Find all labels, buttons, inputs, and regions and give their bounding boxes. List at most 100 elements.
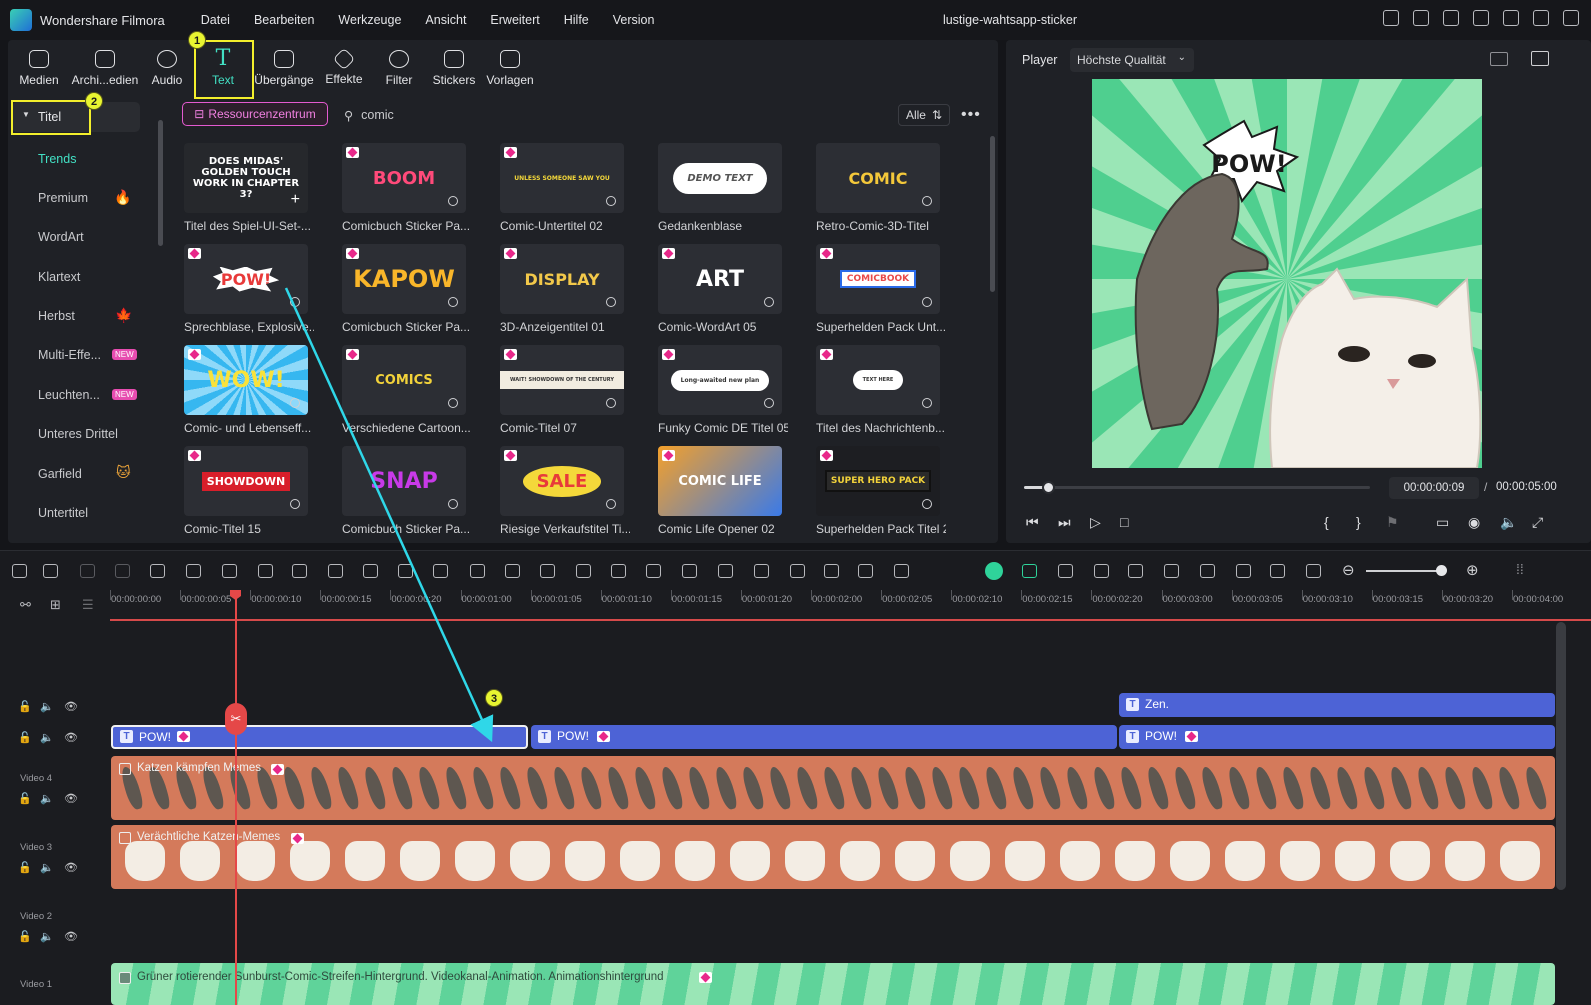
display-icon[interactable]: ▭ bbox=[1436, 514, 1449, 531]
asset-thumbnail[interactable]: COMIC LIFE bbox=[658, 446, 782, 516]
split-screen-icon[interactable] bbox=[754, 564, 769, 578]
volume-icon[interactable]: 🔈 bbox=[1500, 514, 1517, 531]
tab-stickers[interactable]: Stickers bbox=[426, 40, 482, 96]
snap-icon[interactable] bbox=[1022, 564, 1037, 578]
asset-thumbnail[interactable]: SNAP bbox=[342, 446, 466, 516]
translate-icon[interactable] bbox=[894, 564, 909, 578]
asset-grid-scrollbar[interactable] bbox=[990, 136, 995, 292]
fit-timeline-icon[interactable] bbox=[1306, 564, 1321, 578]
track-lock-icon[interactable]: 🔓 bbox=[18, 792, 32, 805]
track-mute-icon[interactable]: 🔈 bbox=[40, 792, 54, 805]
fullscreen-icon[interactable]: ⤢ bbox=[1532, 514, 1543, 531]
track-manager-icon[interactable]: ☰ bbox=[82, 597, 94, 613]
filter-dropdown[interactable]: Alle ⇅ bbox=[898, 104, 950, 126]
menu-datei[interactable]: Datei bbox=[201, 13, 230, 27]
track-mute-icon[interactable]: 🔈 bbox=[40, 700, 54, 713]
track-visibility-icon[interactable]: 👁 bbox=[64, 930, 78, 943]
download-icon[interactable] bbox=[606, 196, 616, 206]
video-clip-sunburst-background[interactable]: Grüner rotierender Sunburst-Comic-Streif… bbox=[111, 963, 1555, 1005]
split-scissors-icon[interactable]: ✂ bbox=[225, 703, 247, 735]
download-icon[interactable] bbox=[764, 398, 774, 408]
smart-cutout-icon[interactable] bbox=[790, 564, 805, 578]
category-scrollbar[interactable] bbox=[158, 120, 163, 246]
mark-out-icon[interactable]: } bbox=[1356, 514, 1361, 530]
snap-link-icon[interactable]: ⚯ bbox=[20, 597, 31, 613]
asset-thumbnail[interactable]: DISPLAY bbox=[500, 244, 624, 314]
download-icon[interactable] bbox=[448, 499, 458, 509]
category-premium[interactable]: Premium bbox=[38, 191, 88, 205]
video-clip-katzen-kaempfen[interactable]: Katzen kämpfen Memes bbox=[111, 756, 1555, 820]
category-garfield[interactable]: Garfield bbox=[38, 467, 82, 481]
download-icon[interactable] bbox=[448, 196, 458, 206]
auto-reframe-icon[interactable] bbox=[1094, 564, 1109, 578]
stabilize-icon[interactable] bbox=[576, 564, 591, 578]
asset-thumbnail[interactable]: DEMO TEXT bbox=[658, 143, 782, 213]
grid-view-icon[interactable] bbox=[1490, 52, 1508, 66]
marker-tool-icon[interactable] bbox=[1128, 564, 1143, 578]
zoom-slider[interactable] bbox=[1366, 570, 1440, 572]
asset-thumbnail[interactable]: COMICBOOK bbox=[816, 244, 940, 314]
screen-record-icon[interactable] bbox=[1270, 564, 1285, 578]
track-mute-icon[interactable]: 🔈 bbox=[40, 731, 54, 744]
mark-in-icon[interactable]: { bbox=[1324, 514, 1329, 530]
asset-thumbnail[interactable]: TEXT HERE bbox=[816, 345, 940, 415]
asset-thumbnail[interactable]: POW! bbox=[184, 244, 308, 314]
tab-filter[interactable]: Filter bbox=[372, 40, 426, 96]
redo-icon[interactable] bbox=[115, 564, 130, 578]
timeline-playhead[interactable] bbox=[235, 592, 237, 1005]
asset-thumbnail[interactable]: WOW! bbox=[184, 345, 308, 415]
green-screen-icon[interactable] bbox=[682, 564, 697, 578]
download-icon[interactable] bbox=[290, 398, 300, 408]
menu-ansicht[interactable]: Ansicht bbox=[425, 13, 466, 27]
search-input[interactable]: ⚲ comic bbox=[344, 104, 884, 126]
motion-track-icon[interactable] bbox=[646, 564, 661, 578]
layout-options-icon[interactable]: ⁞⁞ bbox=[1516, 561, 1524, 577]
track-visibility-icon[interactable]: 👁 bbox=[64, 861, 78, 874]
tab-audio[interactable]: Audio bbox=[140, 40, 194, 96]
menu-version[interactable]: Version bbox=[613, 13, 655, 27]
playback-progress-bar[interactable] bbox=[1024, 481, 1370, 494]
menu-bearbeiten[interactable]: Bearbeiten bbox=[254, 13, 314, 27]
download-icon[interactable] bbox=[606, 398, 616, 408]
download-icon[interactable] bbox=[290, 297, 300, 307]
ai-portrait-icon[interactable] bbox=[611, 564, 626, 578]
quality-dropdown[interactable]: Höchste Qualität ⌄ bbox=[1070, 48, 1194, 72]
tab-uebergaenge[interactable]: Übergänge bbox=[252, 40, 316, 96]
text-clip-pow[interactable]: T POW! bbox=[1119, 725, 1555, 749]
next-frame-icon[interactable]: ⏭ bbox=[1058, 514, 1071, 531]
preview-canvas[interactable]: POW! bbox=[1092, 79, 1482, 468]
camera-snapshot-icon[interactable]: ◉ bbox=[1468, 514, 1480, 531]
marker-icon[interactable]: ⚑ bbox=[1386, 514, 1399, 531]
ai-copy-icon[interactable] bbox=[824, 564, 839, 578]
asset-thumbnail[interactable]: SALE bbox=[500, 446, 624, 516]
track-mute-icon[interactable]: 🔈 bbox=[40, 861, 54, 874]
asset-thumbnail[interactable]: DOES MIDAS' GOLDEN TOUCH WORK IN CHAPTER… bbox=[184, 143, 308, 213]
auto-beat-icon[interactable] bbox=[718, 564, 733, 578]
color-icon[interactable] bbox=[328, 564, 343, 578]
ai-text-icon[interactable] bbox=[858, 564, 873, 578]
track-lock-icon[interactable]: 🔓 bbox=[18, 930, 32, 943]
category-trends[interactable]: Trends bbox=[38, 152, 76, 166]
mic-icon[interactable] bbox=[1200, 564, 1215, 578]
keyframe-icon[interactable] bbox=[470, 564, 485, 578]
category-klartext[interactable]: Klartext bbox=[38, 270, 80, 284]
category-wordart[interactable]: WordArt bbox=[38, 230, 84, 244]
zoom-out-icon[interactable]: ⊖ bbox=[1342, 561, 1355, 579]
delete-icon[interactable] bbox=[150, 564, 165, 578]
select-tool-icon[interactable] bbox=[43, 564, 58, 578]
ai-assistant-icon[interactable] bbox=[985, 562, 1003, 580]
category-unteres-drittel[interactable]: Unteres Drittel bbox=[38, 427, 118, 441]
multi-layout-icon[interactable] bbox=[12, 564, 27, 578]
asset-thumbnail[interactable]: UNLESS SOMEONE SAW YOU bbox=[500, 143, 624, 213]
timeline-vertical-scrollbar[interactable] bbox=[1556, 622, 1566, 890]
add-icon[interactable]: + bbox=[291, 191, 300, 209]
tab-medien[interactable]: Medien bbox=[8, 40, 70, 96]
download-icon[interactable] bbox=[922, 297, 932, 307]
text-tool-icon[interactable] bbox=[258, 564, 273, 578]
audio-mixer-icon[interactable] bbox=[1236, 564, 1251, 578]
cloud-upload-icon[interactable] bbox=[1563, 10, 1579, 26]
track-lock-icon[interactable]: 🔓 bbox=[18, 700, 32, 713]
audio-icon[interactable] bbox=[540, 564, 555, 578]
cut-icon[interactable] bbox=[186, 564, 201, 578]
resource-center-button[interactable]: ⊟ Ressourcenzentrum bbox=[182, 102, 328, 126]
